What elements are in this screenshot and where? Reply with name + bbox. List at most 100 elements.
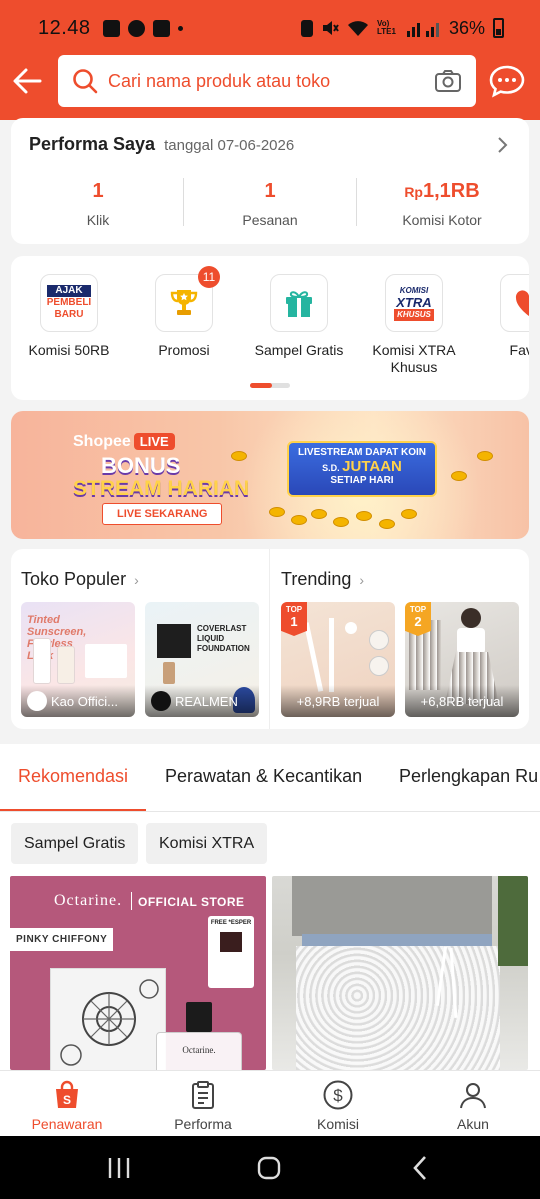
gift-bottles [220, 932, 242, 952]
svg-text:S: S [63, 1093, 71, 1107]
official-store-label: OFFICIAL STORE [138, 895, 245, 909]
rank-badge: TOP 1 [281, 602, 307, 636]
status-notification-icons [102, 19, 183, 37]
nav-performa[interactable]: Performa [148, 1079, 258, 1132]
sold-count: +8,9RB terjual [296, 693, 380, 709]
ajak-pembeli-baru-icon: AJAK PEMBELI BARU [40, 274, 98, 332]
coin-icon [291, 515, 307, 525]
tab-rekomendasi[interactable]: Rekomendasi [18, 766, 128, 787]
shortcut-sampel-gratis[interactable]: Sampel Gratis [244, 274, 354, 359]
perfume-cap [186, 1002, 212, 1032]
store-avatar [27, 691, 47, 711]
shortcut-komisi-xtra[interactable]: KOMISI XTRA KHUSUS Komisi XTRA Khusus [359, 274, 469, 376]
product-grid: Octarine. OFFICIAL STORE PINKY CHIFFONY … [0, 874, 540, 1070]
home-icon[interactable] [254, 1154, 284, 1182]
search-icon [73, 69, 98, 94]
shirt-image [292, 876, 492, 936]
product-image [345, 622, 357, 634]
camera-icon[interactable] [434, 69, 462, 93]
trending-title: Trending [281, 569, 352, 589]
banner-brand: Shopee [73, 433, 131, 450]
heart-icon [500, 274, 529, 332]
metric-value: Rp1,1RB [357, 180, 527, 203]
shortcut-promosi[interactable]: 11 Promosi [129, 266, 239, 359]
product-variant-tag: PINKY CHIFFONY [10, 928, 114, 951]
signal-icon [406, 23, 439, 37]
icon-text: KHUSUS [394, 309, 434, 321]
chevron-right-icon: › [134, 572, 139, 588]
sunscreen-tube [57, 646, 75, 684]
perfume-bottle: Octarine. [156, 1032, 242, 1070]
shortcut-komisi-50rb[interactable]: AJAK PEMBELI BARU Komisi 50RB [14, 274, 124, 359]
metric-pesanan: 1 Pesanan [185, 180, 355, 228]
board-highlight: JUTAAN [342, 458, 402, 475]
chat-icon[interactable] [488, 64, 526, 98]
coin-icon [451, 471, 467, 481]
trending-tile-1[interactable]: TOP 1 +8,9RB terjual [281, 602, 395, 717]
product-image [303, 622, 324, 692]
coin-icon [356, 511, 372, 521]
komisi-value: 1,1RB [422, 180, 480, 202]
chip-komisi-xtra[interactable]: Komisi XTRA [146, 823, 268, 864]
chat-bubble-icon [127, 19, 145, 37]
product-card-octarine[interactable]: Octarine. OFFICIAL STORE PINKY CHIFFONY … [10, 876, 266, 1070]
shortcut-label: Komisi 50RB [28, 342, 110, 358]
coin-icon [269, 507, 285, 517]
back-icon[interactable] [406, 1154, 436, 1182]
chevron-right-icon[interactable] [497, 136, 509, 154]
shortcut-favorit[interactable]: Favori [474, 274, 529, 359]
status-time: 12.48 [38, 16, 91, 39]
back-arrow-icon[interactable] [10, 64, 44, 98]
status-bar: 12.48 Vo) LTE1 36% [0, 0, 540, 56]
promo-banner[interactable]: Shopee LIVE BONUS STREAM HARIAN LIVE SEKA… [11, 411, 529, 539]
metric-label: Pesanan [242, 212, 298, 228]
rank-label: TOP [409, 605, 427, 614]
rank-label: TOP [285, 605, 303, 614]
divider [269, 549, 270, 729]
clipboard-icon [192, 1081, 214, 1109]
nav-akun[interactable]: Akun [418, 1079, 528, 1132]
toko-populer-header[interactable]: Toko Populer › [21, 569, 139, 590]
nav-label: Akun [457, 1116, 489, 1132]
banner-board: LIVESTREAM DAPAT KOIN S.D. JUTAAN SETIAP… [287, 441, 437, 497]
coin-icon [231, 451, 247, 461]
svg-text:$: $ [333, 1086, 343, 1105]
category-tabs: Rekomendasi Perawatan & Kecantikan Perle… [0, 744, 540, 812]
toko-tile-realmen[interactable]: COVERLAST LIQUID FOUNDATION REALMEN [145, 602, 259, 717]
mute-icon [322, 21, 339, 35]
product-card-lace-skirt[interactable] [272, 876, 528, 1070]
live-sekarang-button[interactable]: LIVE SEKARANG [102, 503, 223, 525]
tile-image-text: COVERLAST LIQUID FOUNDATION [197, 624, 250, 653]
nav-komisi[interactable]: $ Komisi [283, 1079, 393, 1132]
nav-penawaran[interactable]: S Penawaran [12, 1079, 122, 1132]
tab-perawatan-kecantikan[interactable]: Perawatan & Kecantikan [165, 766, 362, 787]
icon-text: BARU [54, 309, 84, 320]
banner-live-tag: LIVE [133, 433, 175, 450]
chip-sampel-gratis[interactable]: Sampel Gratis [11, 823, 139, 864]
gift-icon [270, 274, 328, 332]
product-box [85, 644, 127, 678]
trending-tile-2[interactable]: TOP 2 +6,8RB terjual [405, 602, 519, 717]
product-image [461, 608, 481, 628]
product-brand: Octarine. [54, 892, 123, 909]
filter-chips: Sampel Gratis Komisi XTRA [0, 812, 540, 874]
search-placeholder: Cari nama produk atau toko [108, 70, 331, 91]
product-image [369, 656, 389, 676]
toko-tile-kao[interactable]: Tinted Sunscreen, Flawless Look Kao Offi… [21, 602, 135, 717]
perfume-box [50, 968, 166, 1070]
metric-label: Komisi Kotor [402, 212, 482, 228]
plant-image [498, 876, 528, 966]
dollar-circle-icon: $ [323, 1080, 353, 1110]
search-input[interactable]: Cari nama produk atau toko [58, 55, 476, 107]
nav-label: Performa [174, 1116, 232, 1132]
trending-header[interactable]: Trending › [281, 569, 364, 590]
tab-perlengkapan-rumah[interactable]: Perlengkapan Ru [399, 766, 538, 787]
rank-number: 2 [414, 614, 422, 629]
performa-card[interactable]: Performa Saya tanggal 07-06-2026 1 Klik … [11, 118, 529, 244]
bottle-label: Octarine. [182, 1045, 216, 1055]
product-image [457, 628, 485, 654]
foundation-bottle [163, 662, 175, 684]
notification-badge: 11 [198, 266, 220, 288]
recent-apps-icon[interactable] [104, 1154, 134, 1182]
product-image [369, 630, 389, 650]
